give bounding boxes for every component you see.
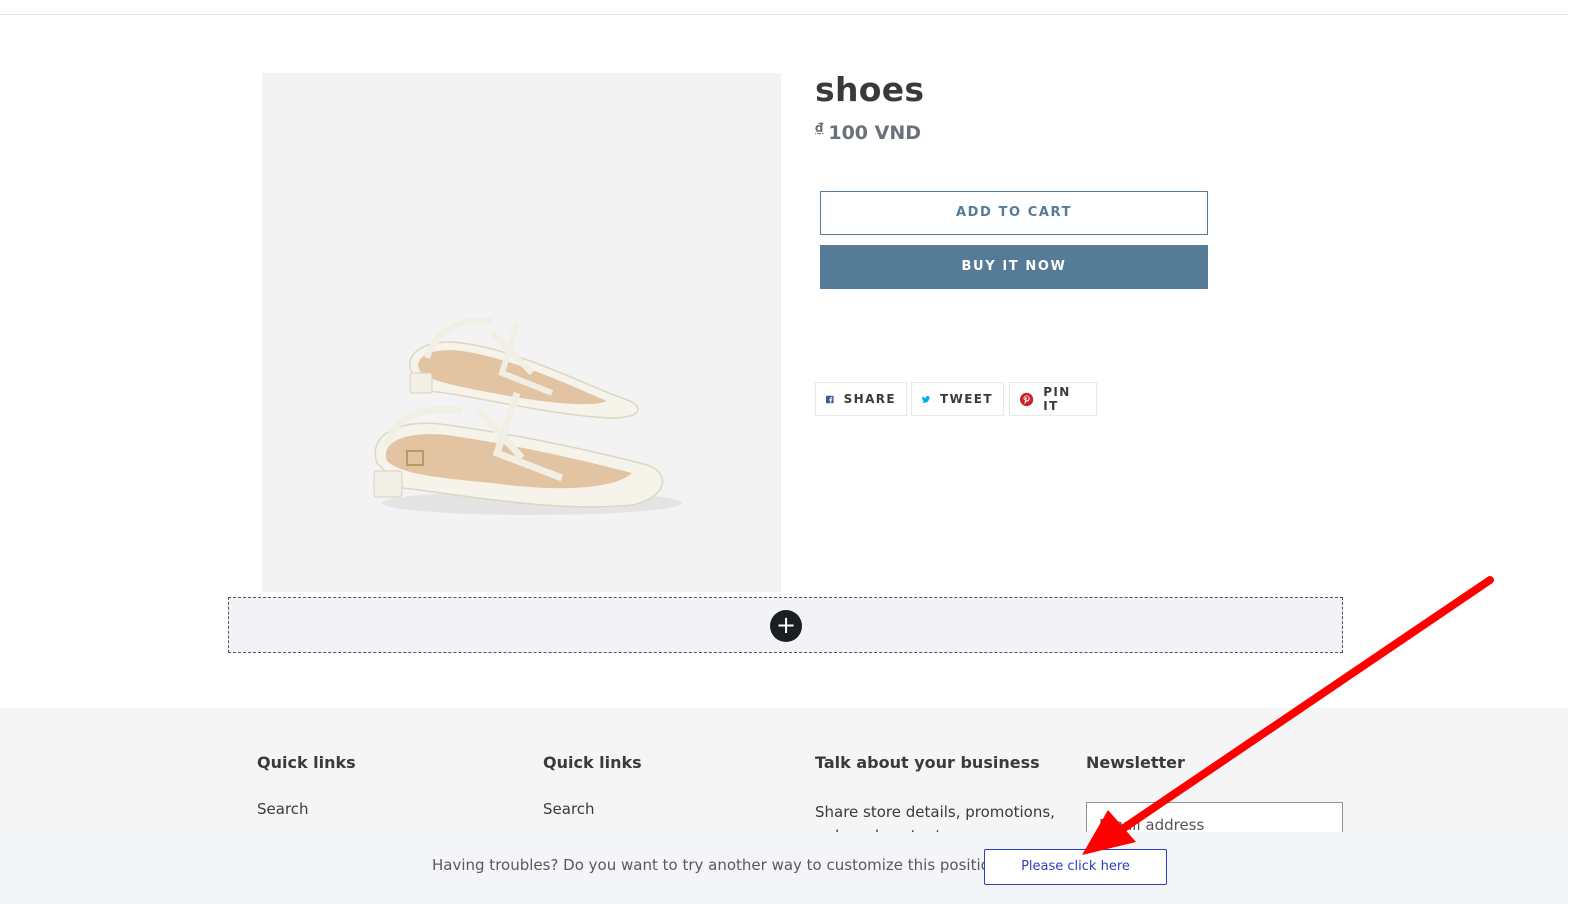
sandals-illustration [373, 317, 682, 515]
footer-col2-link-search[interactable]: Search [543, 800, 595, 818]
plus-icon[interactable]: + [770, 610, 802, 642]
currency-symbol: ₫ [815, 121, 824, 135]
twitter-icon [922, 395, 930, 403]
header-divider [0, 14, 1568, 15]
product-image[interactable] [262, 73, 781, 592]
troubleshoot-message: Having troubles? Do you want to try anot… [432, 856, 1008, 874]
footer-col2-title: Quick links [543, 753, 642, 772]
footer-col1-link-search[interactable]: Search [257, 800, 309, 818]
buy-it-now-button[interactable]: BUY IT NOW [820, 245, 1208, 289]
share-facebook-label: SHARE [843, 392, 896, 406]
facebook-icon [826, 395, 834, 403]
share-pinterest-label: PIN IT [1043, 385, 1071, 413]
footer-newsletter-title: Newsletter [1086, 753, 1185, 772]
add-section-dropzone[interactable]: + [228, 597, 1343, 653]
product-title: shoes [815, 70, 925, 109]
pinterest-icon [1020, 392, 1034, 406]
add-to-cart-button[interactable]: ADD TO CART [820, 191, 1208, 235]
share-facebook-button[interactable]: SHARE [815, 382, 907, 416]
product-price: ₫ 100 VND [815, 121, 922, 144]
footer-col3-title: Talk about your business [815, 753, 1040, 772]
share-twitter-label: TWEET [939, 392, 993, 406]
please-click-here-button[interactable]: Please click here [984, 849, 1167, 885]
right-edge [1568, 0, 1575, 904]
share-twitter-button[interactable]: TWEET [911, 382, 1004, 416]
price-value: 100 VND [828, 122, 922, 144]
footer-col1-title: Quick links [257, 753, 356, 772]
share-pinterest-button[interactable]: PIN IT [1009, 382, 1097, 416]
